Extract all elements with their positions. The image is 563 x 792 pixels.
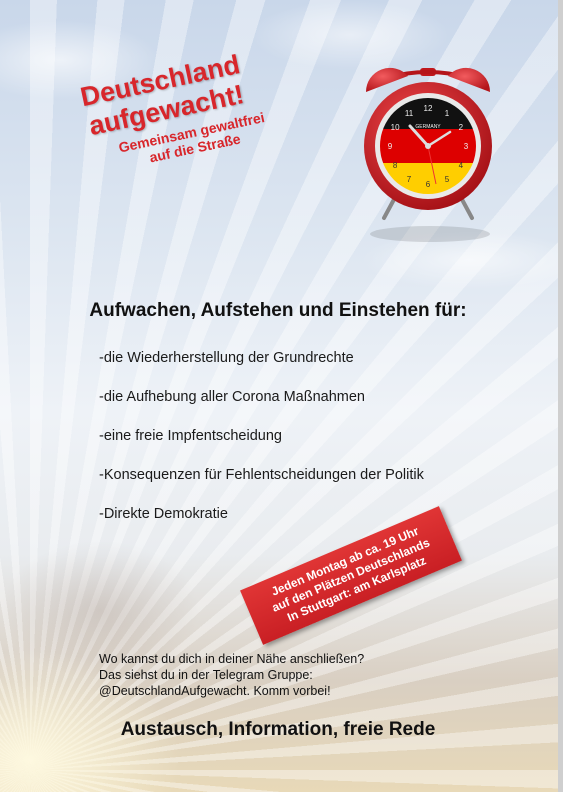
demands-list: -die Wiederherstellung der Grundrechte -… [99, 348, 424, 543]
clock-numeral: 6 [426, 180, 431, 189]
clock-numeral: 1 [445, 109, 450, 118]
clock-numeral: 7 [407, 175, 412, 184]
footer-tagline: Austausch, Information, freie Rede [120, 719, 436, 740]
info-line: @DeutschlandAufgewacht. Komm vorbei! [99, 684, 331, 698]
cloud [250, 0, 450, 70]
demand-item: -die Aufhebung aller Corona Maßnahmen [99, 389, 365, 405]
page-edge [558, 0, 563, 792]
info-line: Wo kannst du dich in deiner Nähe anschli… [99, 652, 365, 666]
info-line: Das siehst du in der Telegram Gruppe: [99, 668, 313, 682]
clock-numeral: 5 [445, 175, 450, 184]
clock-numeral: 9 [388, 142, 393, 151]
clock-numeral: 10 [391, 123, 400, 132]
clock-brand-label: GERMANY [415, 124, 441, 130]
demand-item: -Konsequenzen für Fehlentscheidungen der… [99, 467, 424, 483]
clock-numeral: 8 [393, 161, 398, 170]
clock-numeral: 11 [405, 109, 414, 118]
info-text: Wo kannst du dich in deiner Nähe anschli… [99, 651, 364, 699]
clock-numeral: 4 [459, 161, 464, 170]
clock-numeral: 3 [464, 142, 469, 151]
demand-item: -eine freie Impfentscheidung [99, 428, 282, 444]
demand-item: -die Wiederherstellung der Grundrechte [99, 350, 354, 366]
headline: Aufwachen, Aufstehen und Einstehen für: [89, 300, 467, 321]
clock-numeral: 2 [459, 123, 464, 132]
clock-numeral: 12 [424, 104, 433, 113]
flyer-page: Deutschland aufgewacht! Gemeinsam gewalt… [0, 0, 563, 792]
alarm-clock-icon: 12 12 3 45 6 78 9 10 11 GERMANY [364, 67, 492, 242]
